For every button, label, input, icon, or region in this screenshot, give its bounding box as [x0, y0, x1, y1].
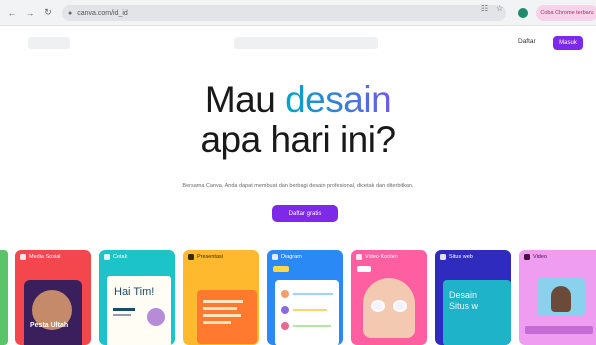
card-label: Presentasi: [197, 254, 223, 260]
card-label: Cetak: [113, 254, 128, 260]
hero-title-accent: desain: [285, 79, 392, 120]
avatar: [281, 306, 289, 314]
text-line: [203, 300, 243, 303]
text-line: [203, 321, 231, 324]
hero-section: Mau desain apa hari ini?: [0, 80, 596, 160]
category-card-video[interactable]: Video: [519, 250, 596, 345]
hero-title-prefix: Mau: [204, 79, 286, 120]
sunglasses-lens: [371, 300, 385, 312]
avatar: [145, 306, 167, 328]
avatar: [281, 290, 289, 298]
login-button[interactable]: Masuk: [553, 36, 583, 50]
text-line: [113, 308, 135, 311]
card-label: Diagram: [281, 254, 302, 260]
site-header: Daftar Masuk: [0, 27, 596, 59]
print-icon: [104, 254, 110, 260]
address-bar[interactable]: ● canva.com/id_id: [62, 5, 506, 21]
avatar: [281, 322, 289, 330]
table-preview: [275, 280, 339, 345]
category-card-print[interactable]: Cetak Hai Tim!: [99, 250, 175, 345]
url-text: canva.com/id_id: [77, 9, 128, 17]
diagram-icon: [272, 254, 278, 260]
hero-title: Mau desain apa hari ini?: [0, 80, 596, 160]
text-line: [113, 314, 131, 316]
forward-arrow-icon[interactable]: →: [24, 7, 36, 19]
card-label: Video: [533, 254, 547, 260]
category-card-website[interactable]: Situs web Desain Situs w: [435, 250, 511, 345]
sunglasses-lens: [393, 300, 407, 312]
video-thumbnail: [537, 278, 585, 316]
signup-link[interactable]: Daftar: [518, 38, 536, 45]
hero-title-line2: apa hari ini?: [200, 119, 396, 160]
card-peek: [0, 250, 8, 345]
bar: [293, 325, 331, 327]
card-headline: Hai Tim!: [114, 286, 155, 298]
signup-cta-button[interactable]: Daftar gratis: [272, 205, 338, 222]
tag: [357, 266, 371, 272]
phone-mockup: Pesta Ultah: [24, 280, 82, 345]
video-icon: [524, 254, 530, 260]
card-headline: Desain Situs w: [449, 290, 479, 311]
text-line: [203, 314, 241, 317]
text-line: [203, 307, 237, 310]
video-content-icon: [356, 254, 362, 260]
category-card-video-content[interactable]: Video Konten: [351, 250, 427, 345]
website-preview: Desain Situs w: [443, 280, 511, 345]
card-headline: Pesta Ultah: [30, 322, 69, 329]
presentation-icon: [188, 254, 194, 260]
hero-subtitle: Bersama Canva, Anda dapat membuat dan be…: [182, 183, 414, 189]
card-label: Situs web: [449, 254, 473, 260]
card-label: Media Sosial: [29, 254, 61, 260]
print-sheet: Hai Tim!: [107, 276, 171, 345]
back-arrow-icon[interactable]: ←: [6, 7, 18, 19]
category-card-social[interactable]: Media Sosial Pesta Ultah: [15, 250, 91, 345]
main-nav[interactable]: [234, 37, 378, 49]
tag: [273, 266, 289, 272]
slide-preview: [197, 290, 257, 344]
website-icon: [440, 254, 446, 260]
star-icon[interactable]: ☆: [496, 4, 503, 13]
social-icon: [20, 254, 26, 260]
profile-avatar[interactable]: [518, 8, 528, 18]
reload-icon[interactable]: ↻: [42, 7, 54, 19]
lock-icon: ●: [68, 9, 73, 17]
card-label: Video Konten: [365, 254, 398, 260]
video-timeline[interactable]: [525, 326, 593, 334]
browser-promo-chip[interactable]: Coba Chrome terbaru: [536, 5, 596, 21]
person-photo: [363, 278, 415, 338]
bar: [293, 309, 327, 311]
category-card-presentation[interactable]: Presentasi: [183, 250, 259, 345]
share-icon[interactable]: ☷: [481, 4, 488, 13]
person-photo: [551, 286, 571, 312]
bar: [293, 293, 333, 295]
category-card-diagram[interactable]: Diagram: [267, 250, 343, 345]
canva-logo[interactable]: [28, 37, 70, 49]
